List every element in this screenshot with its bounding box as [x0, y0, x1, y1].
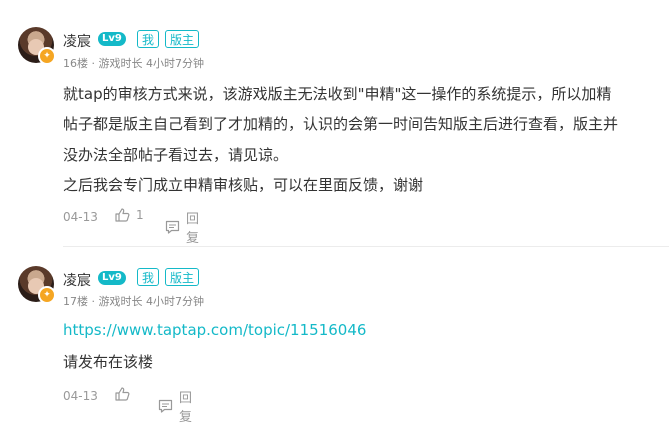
author-name[interactable]: 凌宸	[63, 270, 91, 290]
content-line: 帖子都是版主自己看到了才加精的，认识的会第一时间告知版主后进行查看，版主并	[63, 115, 619, 133]
comment-icon	[165, 220, 180, 234]
tag-moderator: 版主	[165, 30, 200, 48]
reply-label: 回复	[186, 212, 200, 246]
like-button[interactable]: 1	[115, 208, 144, 222]
playtime: 游戏时长 4小时7分钟	[98, 57, 205, 70]
post-date: 04-13	[63, 389, 98, 403]
meta-separator: ·	[91, 57, 96, 70]
tag-me: 我	[137, 30, 160, 48]
moderator-badge-icon: ✦	[38, 47, 56, 65]
content-line: 之后我会专门成立申精审核贴，可以在里面反馈，谢谢	[63, 176, 424, 194]
content-line: 就tap的审核方式来说，该游戏版主无法收到"申精"这一操作的系统提示，所以加精	[63, 85, 612, 103]
comment-icon	[158, 399, 173, 413]
content-line: 请发布在该楼	[63, 353, 154, 371]
tag-moderator: 版主	[165, 268, 200, 286]
post-divider	[63, 246, 669, 247]
reply-button[interactable]: 回复	[165, 208, 199, 246]
like-button[interactable]	[115, 387, 136, 401]
playtime: 游戏时长 4小时7分钟	[98, 295, 205, 308]
reply-button[interactable]: 回复	[158, 387, 192, 425]
topic-link[interactable]: https://www.taptap.com/topic/11516046	[63, 321, 366, 339]
meta-separator: ·	[91, 295, 96, 308]
level-badge: Lv9	[98, 271, 126, 285]
floor-number: 16楼	[63, 57, 88, 70]
floor-number: 17楼	[63, 295, 88, 308]
level-badge: Lv9	[98, 32, 126, 46]
like-count: 1	[136, 208, 144, 222]
content-line: 没办法全部帖子看过去，请见谅。	[63, 146, 289, 164]
avatar[interactable]: ✦	[18, 266, 56, 304]
tag-me: 我	[137, 268, 160, 286]
reply-label: 回复	[179, 391, 193, 425]
post-meta: 16楼 · 游戏时长 4小时7分钟	[63, 55, 204, 71]
author-name[interactable]: 凌宸	[63, 31, 91, 51]
thumbs-up-icon	[115, 387, 130, 401]
moderator-badge-icon: ✦	[38, 286, 56, 304]
avatar[interactable]: ✦	[18, 27, 56, 65]
thumbs-up-icon	[115, 208, 130, 222]
post-meta: 17楼 · 游戏时长 4小时7分钟	[63, 293, 204, 309]
post-date: 04-13	[63, 210, 98, 224]
